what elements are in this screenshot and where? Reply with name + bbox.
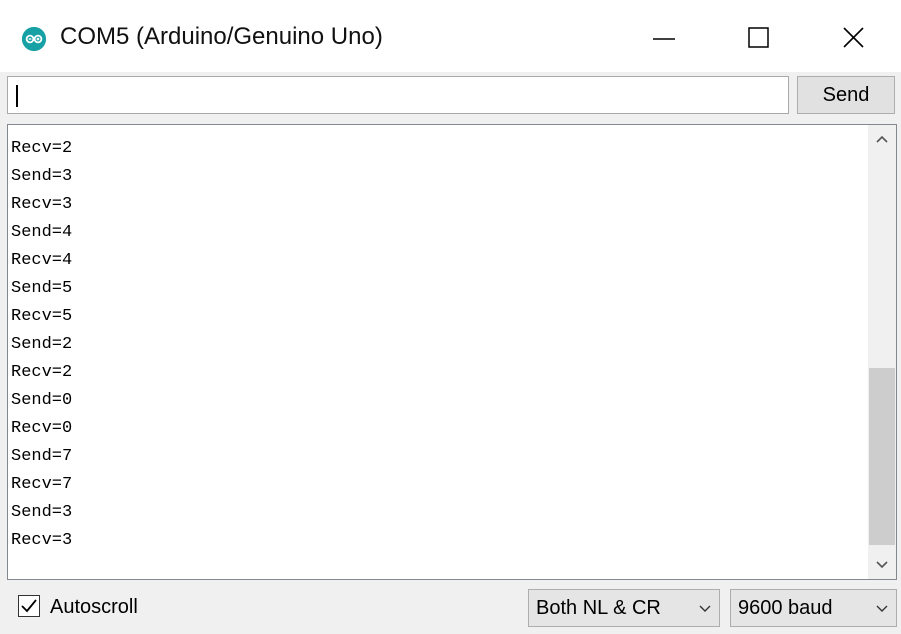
arduino-logo-icon	[22, 27, 46, 51]
chevron-down-icon	[876, 561, 888, 569]
chevron-up-icon	[876, 135, 888, 143]
output-line: Recv=5	[11, 307, 73, 326]
output-line: Send=4	[11, 223, 73, 242]
window-title: COM5 (Arduino/Genuino Uno)	[60, 23, 383, 50]
maximize-button[interactable]	[718, 0, 798, 72]
minimize-button[interactable]	[622, 0, 702, 72]
output-line: Recv=3	[11, 531, 73, 550]
minimize-icon	[653, 38, 675, 40]
output-line: Recv=0	[11, 419, 73, 438]
output-line: Recv=7	[11, 475, 73, 494]
checkmark-icon	[21, 599, 37, 613]
baud-rate-select[interactable]: 9600 baud	[730, 589, 897, 627]
send-input[interactable]	[7, 76, 789, 114]
send-button[interactable]: Send	[797, 76, 895, 114]
output-line: Send=5	[11, 279, 73, 298]
chevron-down-icon	[872, 598, 892, 618]
output-line: Send=7	[11, 447, 73, 466]
text-caret	[16, 85, 18, 107]
status-footer: Autoscroll Both NL & CR 9600 baud	[0, 580, 901, 634]
scroll-down-button[interactable]	[868, 551, 896, 579]
autoscroll-checkbox[interactable]	[18, 595, 40, 617]
output-line: Recv=2	[11, 139, 73, 158]
serial-monitor-window: COM5 (Arduino/Genuino Uno) Send Recv=2 Se…	[0, 0, 901, 634]
scroll-thumb[interactable]	[869, 368, 895, 545]
output-line: Send=3	[11, 503, 73, 522]
autoscroll-label: Autoscroll	[50, 596, 138, 618]
output-line: Recv=3	[11, 195, 73, 214]
scroll-up-button[interactable]	[868, 125, 896, 153]
title-bar[interactable]: COM5 (Arduino/Genuino Uno)	[0, 0, 901, 72]
output-line: Recv=2	[11, 363, 73, 382]
maximize-icon	[748, 27, 769, 48]
output-line: Send=2	[11, 335, 73, 354]
close-button[interactable]	[812, 0, 892, 72]
send-row: Send	[0, 72, 901, 124]
line-ending-select[interactable]: Both NL & CR	[528, 589, 720, 627]
line-ending-value: Both NL & CR	[536, 597, 661, 619]
vertical-scrollbar[interactable]	[868, 125, 896, 579]
output-line: Send=0	[11, 391, 73, 410]
close-icon	[843, 27, 864, 48]
output-lines: Recv=2 Send=3 Recv=3 Send=4 Recv=4 Send=5 Recv…	[11, 135, 72, 555]
baud-rate-value: 9600 baud	[738, 597, 833, 619]
output-line: Recv=4	[11, 251, 73, 270]
serial-output[interactable]: Recv=2 Send=3 Recv=3 Send=4 Recv=4 Send=5 Recv…	[7, 124, 897, 580]
output-line: Send=3	[11, 167, 73, 186]
chevron-down-icon	[695, 598, 715, 618]
